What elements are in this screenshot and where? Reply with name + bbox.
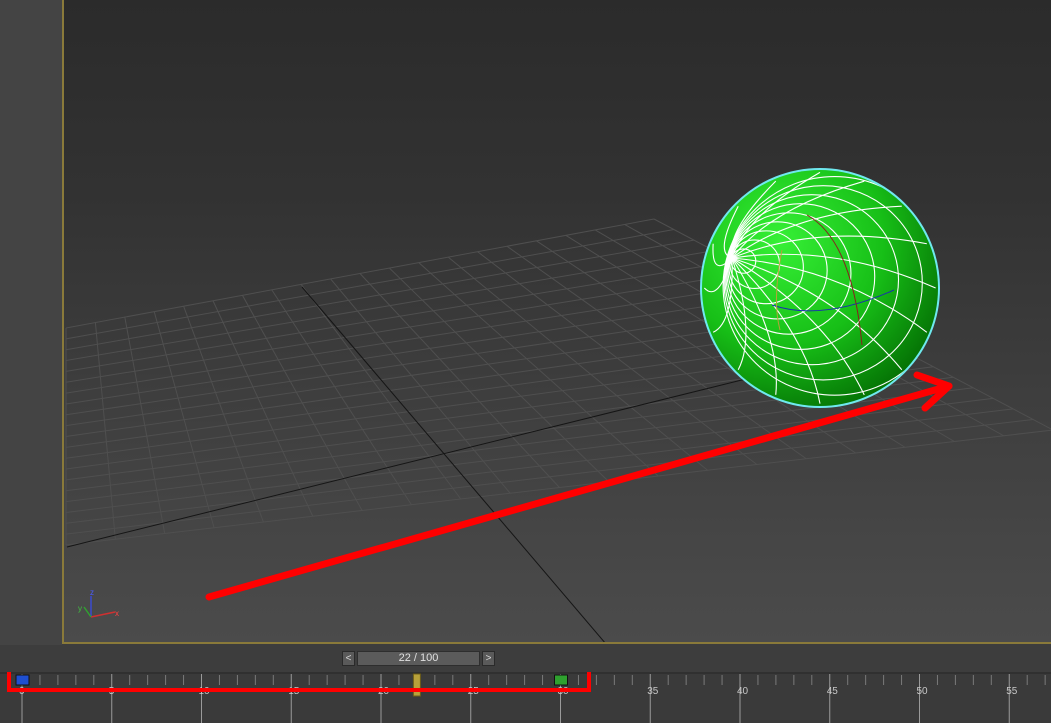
axis-label-y: y	[78, 604, 82, 613]
keyframe-marker[interactable]	[554, 674, 568, 686]
grid-line	[65, 418, 1034, 535]
ruler-label: 40	[737, 686, 749, 697]
axis-label-z: z	[90, 588, 94, 597]
grid-world-axis-x	[66, 374, 763, 548]
max-ui: z x y < 22 / 100 > 0 5 10 15 20 25 30 35 40 45 50 5…	[0, 0, 1051, 723]
axis-label-x: x	[115, 609, 119, 618]
ruler-label: 55	[1006, 686, 1018, 697]
time-slider-thumb[interactable]: 22 / 100	[357, 651, 480, 666]
playhead-marker[interactable]	[412, 673, 421, 697]
keyframe-marker[interactable]	[15, 674, 30, 686]
left-panel	[0, 0, 62, 645]
next-frame-button[interactable]: >	[482, 651, 495, 666]
annotation-arrow	[205, 371, 953, 601]
perspective-viewport[interactable]: z x y	[62, 0, 1051, 644]
track-bar-ruler[interactable]: 0 5 10 15 20 25 30 35 40 45 50 55	[0, 672, 1051, 723]
viewport-axis-tripod: z x y	[78, 588, 119, 618]
grid-world-axis-y	[301, 286, 605, 642]
grid-line	[65, 429, 1051, 546]
track-bar[interactable]: 0 5 10 15 20 25 30 35 40 45 50 55	[0, 672, 1051, 723]
scene-canvas[interactable]: z x y	[64, 0, 1051, 644]
prev-frame-button[interactable]: <	[342, 651, 355, 666]
sphere-object[interactable]	[700, 168, 946, 408]
ruler-label: 35	[647, 686, 659, 697]
ruler-label: 45	[827, 686, 839, 697]
ruler-label: 50	[917, 686, 929, 697]
time-slider-bar	[0, 645, 1051, 672]
